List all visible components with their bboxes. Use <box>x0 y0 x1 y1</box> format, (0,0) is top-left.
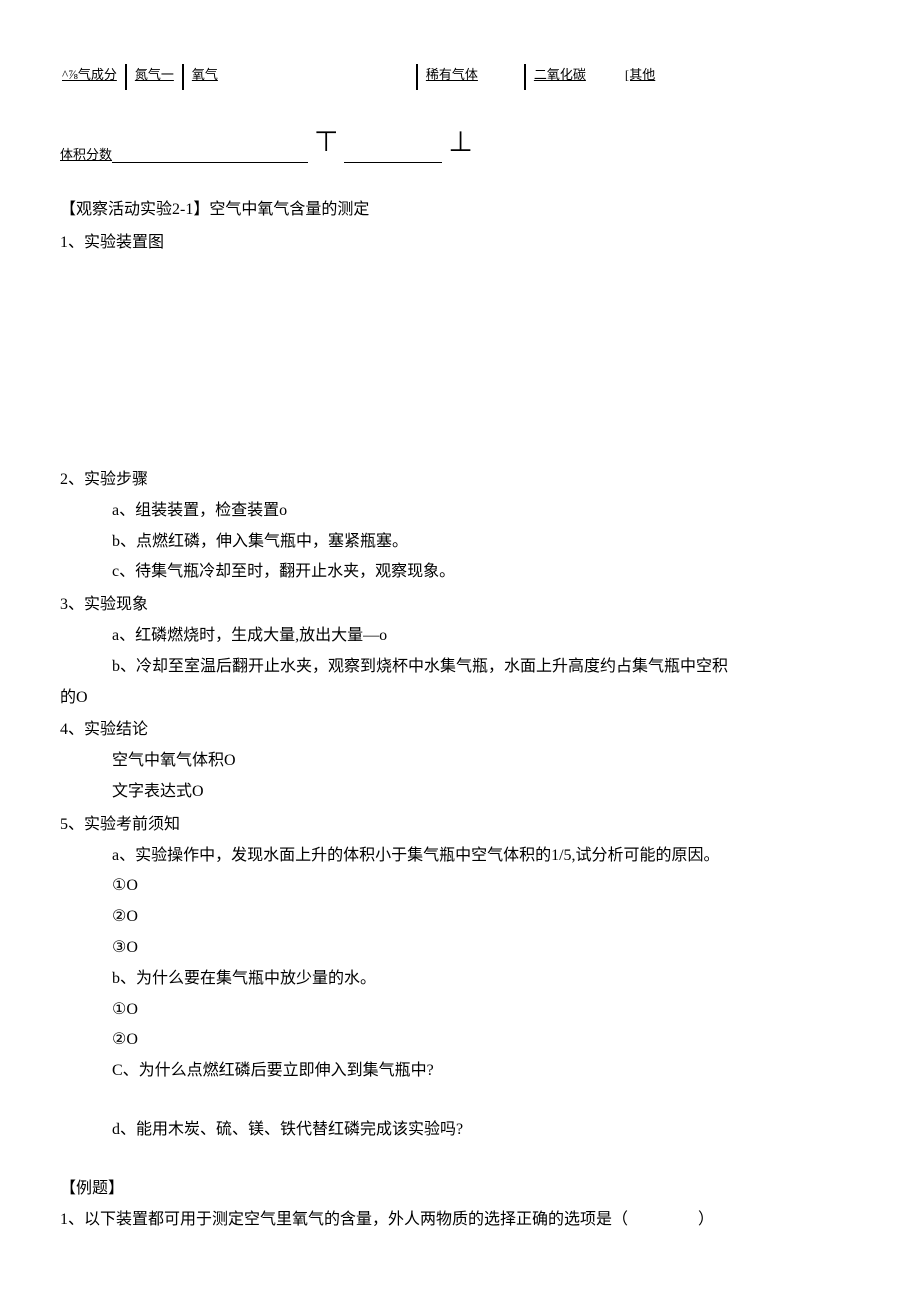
cell-volume-fraction: 体积分数 <box>60 143 112 166</box>
experiment-title: 【观察活动实验2-1】空气中氧气含量的测定 <box>60 196 860 225</box>
divider-icon <box>125 64 127 90</box>
examples-heading: 【例题】 <box>60 1175 860 1204</box>
cell-component: ^⅞气成分 <box>60 63 119 86</box>
note-5a-3: ③O <box>60 934 860 963</box>
cell-other: [其他 <box>623 63 657 86</box>
step-2c: c、待集气瓶冷却至时，翻开止水夹，观察现象。 <box>60 558 860 587</box>
note-5a: a、实验操作中，发现水面上升的体积小于集气瓶中空气体积的1/5,试分析可能的原因… <box>60 842 860 871</box>
bracket-bottom-icon: ⊥ <box>448 118 472 168</box>
note-5b-2: ②O <box>60 1026 860 1055</box>
cell-nitrogen: 氮气一 <box>133 63 176 86</box>
section-5-heading: 5、实验考前须知 <box>60 811 860 840</box>
observation-3b: b、冷却至室温后翻开止水夹，观察到烧杯中水集气瓶，水面上升高度约占集气瓶中空积 <box>60 653 860 682</box>
cell-oxygen: 氧气 <box>190 63 220 86</box>
section-1-heading: 1、实验装置图 <box>60 229 860 258</box>
note-5a-2: ②O <box>60 903 860 932</box>
table-header-row: ^⅞气成分 氮气一 氧气 稀有气体 二氧化碳 [其他 <box>60 60 860 86</box>
step-2a: a、组装装置，检查装置o <box>60 497 860 526</box>
note-5b-1: ①O <box>60 996 860 1025</box>
observation-3a: a、红磷燃烧时，生成大量,放出大量—o <box>60 622 860 651</box>
observation-3b-tail: 的O <box>60 684 860 713</box>
note-5a-1: ①O <box>60 872 860 901</box>
diagram-placeholder <box>60 262 860 462</box>
example-q1-text: 1、以下装置都可用于测定空气里氧气的含量，外人两物质的选择正确的选项是（ <box>60 1211 628 1228</box>
conclusion-line2: 文字表达式O <box>60 778 860 807</box>
note-5b: b、为什么要在集气瓶中放少量的水。 <box>60 965 860 994</box>
example-q1: 1、以下装置都可用于测定空气里氧气的含量，外人两物质的选择正确的选项是（ ） <box>60 1206 860 1235</box>
divider-icon <box>182 64 184 90</box>
bracket-top-icon: ⊤ <box>314 118 338 168</box>
cell-noble-gas: 稀有气体 <box>424 63 480 86</box>
divider-icon <box>416 64 418 90</box>
divider-icon <box>524 64 526 90</box>
step-2b: b、点燃红磷，伸入集气瓶中，塞紧瓶塞。 <box>60 528 860 557</box>
cell-co2: 二氧化碳 <box>532 63 588 86</box>
conclusion-line1: 空气中氧气体积O <box>60 747 860 776</box>
note-5d: d、能用木炭、硫、镁、铁代替红磷完成该实验吗? <box>60 1116 860 1145</box>
table-second-row: 体积分数 ⊤ ⊥ <box>60 116 860 166</box>
section-4-heading: 4、实验结论 <box>60 716 860 745</box>
note-5c: C、为什么点燃红磷后要立即伸入到集气瓶中? <box>60 1057 860 1086</box>
section-3-heading: 3、实验现象 <box>60 591 860 620</box>
example-q1-close: ） <box>698 1211 714 1228</box>
section-2-heading: 2、实验步骤 <box>60 466 860 495</box>
